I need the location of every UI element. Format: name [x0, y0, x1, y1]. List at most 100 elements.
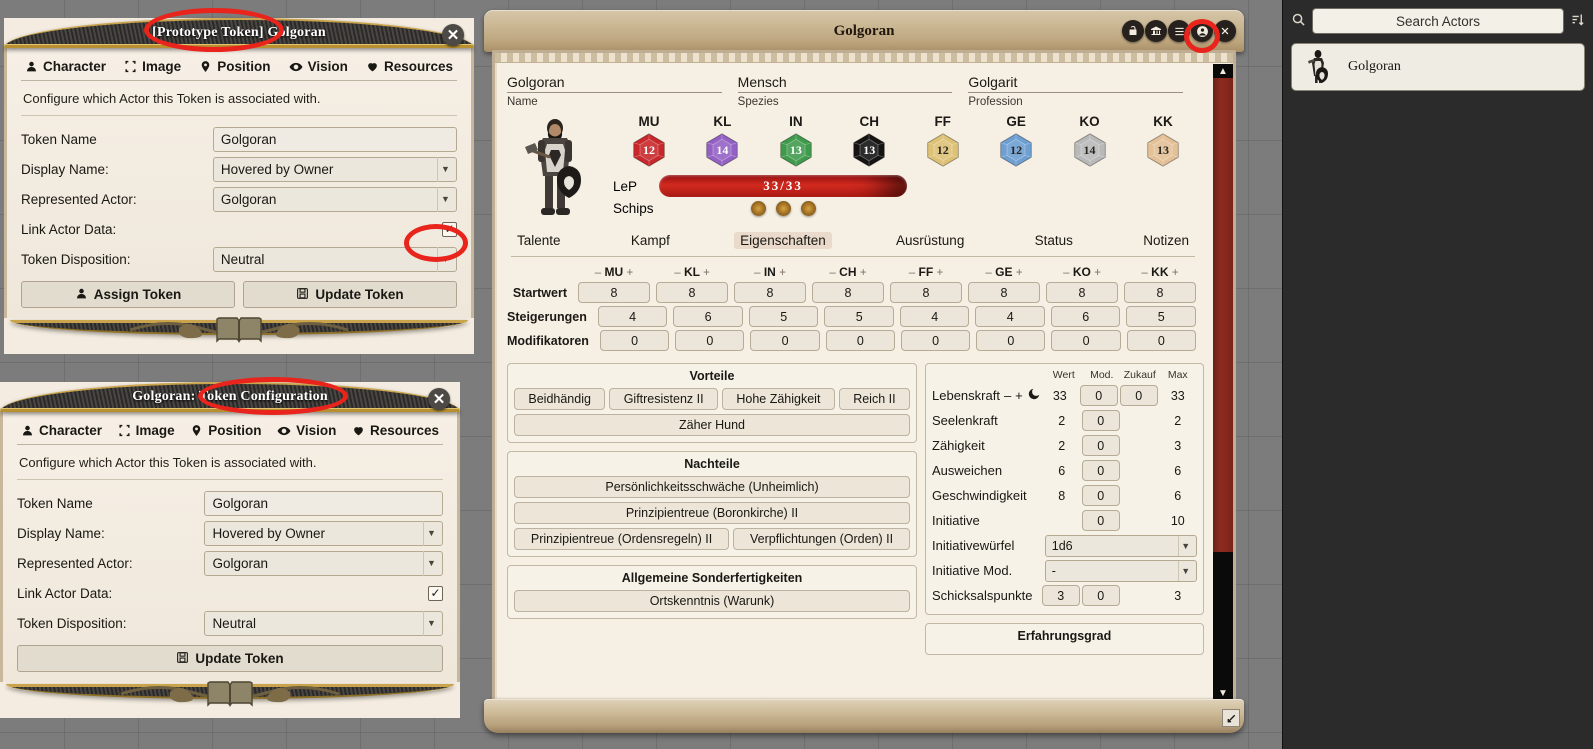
- attr-value-input[interactable]: 0: [750, 330, 819, 351]
- schicksalspunkte-mod-input[interactable]: 0: [1082, 585, 1120, 606]
- attr-value-input[interactable]: 4: [975, 306, 1045, 327]
- resize-handle[interactable]: [1222, 709, 1240, 727]
- attr-value-input[interactable]: 6: [1051, 306, 1121, 327]
- minus-button[interactable]: –: [674, 267, 680, 279]
- attr-value-input[interactable]: 0: [600, 330, 669, 351]
- minus-button[interactable]: –: [1063, 267, 1069, 279]
- plus-button[interactable]: +: [627, 267, 634, 279]
- attr-value-input[interactable]: 4: [598, 306, 668, 327]
- decrement-button[interactable]: –: [1004, 388, 1011, 403]
- attr-value-input[interactable]: 0: [901, 330, 970, 351]
- identity-profession[interactable]: Golgarit Profession: [968, 74, 1199, 108]
- identity-name-value[interactable]: Golgoran: [507, 74, 722, 93]
- select-control[interactable]: Golgoran▼: [204, 551, 443, 576]
- attr-value-input[interactable]: 4: [900, 306, 970, 327]
- derived-mod-input[interactable]: 0: [1082, 460, 1120, 481]
- attr-value-input[interactable]: 5: [824, 306, 894, 327]
- plus-button[interactable]: +: [937, 267, 944, 279]
- sheet-icon[interactable]: [1168, 20, 1190, 42]
- attr-value-input[interactable]: 0: [1127, 330, 1196, 351]
- trait-chip[interactable]: Prinzipientreue (Boronkirche) II: [514, 502, 910, 524]
- character-sheet-window[interactable]: Golgoran Golgoran Name: [484, 10, 1244, 733]
- attr-value-input[interactable]: 6: [673, 306, 743, 327]
- sort-icon[interactable]: [1570, 12, 1585, 31]
- tab-vision[interactable]: Vision: [277, 423, 336, 438]
- trait-chip[interactable]: Beidhändig: [514, 388, 605, 410]
- attribute-mu[interactable]: MU12: [619, 114, 679, 168]
- derived-select-control[interactable]: -▼: [1045, 560, 1197, 582]
- attribute-kk[interactable]: KK13: [1133, 114, 1193, 168]
- update-token-button[interactable]: Update Token: [17, 645, 443, 672]
- select-control[interactable]: Neutral▼: [204, 611, 443, 636]
- attr-value-input[interactable]: 5: [749, 306, 819, 327]
- schips-dots[interactable]: [659, 201, 907, 216]
- trait-chip[interactable]: Giftresistenz II: [609, 388, 718, 410]
- attribute-kl[interactable]: KL14: [692, 114, 752, 168]
- trait-chip[interactable]: Prinzipientreue (Ordensregeln) II: [514, 528, 729, 550]
- derived-mod-input[interactable]: 0: [1082, 485, 1120, 506]
- assign-token-button[interactable]: Assign Token: [21, 281, 235, 308]
- tab-image[interactable]: Image: [124, 59, 181, 74]
- d20-icon[interactable]: 13: [1145, 132, 1181, 168]
- actor-list-item[interactable]: Golgoran: [1291, 43, 1585, 91]
- derived-select-control[interactable]: 1d6▼: [1045, 535, 1197, 557]
- link-actor-data-checkbox[interactable]: ✓: [442, 222, 457, 237]
- attribute-ge[interactable]: GE12: [986, 114, 1046, 168]
- plus-button[interactable]: +: [860, 267, 867, 279]
- attribute-ff[interactable]: FF12: [913, 114, 973, 168]
- attr-value-input[interactable]: 8: [890, 282, 962, 303]
- attr-value-input[interactable]: 8: [1046, 282, 1118, 303]
- derived-zukauf-input[interactable]: 0: [1120, 385, 1158, 406]
- sheet-tab-talente[interactable]: Talente: [511, 232, 567, 249]
- sheet-tab-kampf[interactable]: Kampf: [625, 232, 676, 249]
- minus-button[interactable]: –: [829, 267, 835, 279]
- token-name-input[interactable]: [204, 491, 443, 516]
- attr-value-input[interactable]: 8: [578, 282, 650, 303]
- character-portrait[interactable]: [507, 114, 603, 222]
- bank-icon[interactable]: [1145, 20, 1167, 42]
- d20-icon[interactable]: 12: [631, 132, 667, 168]
- d20-icon[interactable]: 13: [851, 132, 887, 168]
- token-name-input[interactable]: [213, 127, 457, 152]
- sheet-tab-eigenschaften[interactable]: Eigenschaften: [734, 232, 832, 249]
- plus-button[interactable]: +: [779, 267, 786, 279]
- plus-button[interactable]: +: [1094, 267, 1101, 279]
- token-configuration-dialog[interactable]: Golgoran: Token Configuration ✕ Characte…: [0, 382, 460, 718]
- minus-button[interactable]: –: [909, 267, 915, 279]
- select-control[interactable]: Neutral▼: [213, 247, 457, 272]
- trait-chip[interactable]: Zäher Hund: [514, 414, 910, 436]
- increment-button[interactable]: +: [1015, 388, 1023, 403]
- prototype-token-dialog[interactable]: [Prototype Token] Golgoran ✕ Character Im…: [4, 18, 474, 354]
- scroll-up-arrow[interactable]: ▲: [1213, 64, 1233, 78]
- attr-value-input[interactable]: 5: [1126, 306, 1196, 327]
- attr-value-input[interactable]: 0: [675, 330, 744, 351]
- minus-button[interactable]: –: [595, 267, 601, 279]
- derived-mod-input[interactable]: 0: [1080, 385, 1118, 406]
- tab-character[interactable]: Character: [25, 59, 106, 74]
- trait-chip[interactable]: Hohe Zähigkeit: [722, 388, 835, 410]
- d20-icon[interactable]: 13: [778, 132, 814, 168]
- derived-mod-input[interactable]: 0: [1082, 510, 1120, 531]
- tab-image[interactable]: Image: [118, 423, 175, 438]
- scroll-down-arrow[interactable]: ▼: [1213, 686, 1233, 700]
- close-icon[interactable]: [1214, 20, 1236, 42]
- tab-position[interactable]: Position: [190, 423, 261, 438]
- minus-button[interactable]: –: [985, 267, 991, 279]
- schip-token-icon[interactable]: [751, 201, 766, 216]
- d20-icon[interactable]: 14: [704, 132, 740, 168]
- d20-icon[interactable]: 12: [998, 132, 1034, 168]
- schip-token-icon[interactable]: [801, 201, 816, 216]
- close-icon[interactable]: ✕: [442, 24, 464, 46]
- attribute-ko[interactable]: KO14: [1060, 114, 1120, 168]
- identity-name[interactable]: Golgoran Name: [507, 74, 738, 108]
- scrollbar-track[interactable]: [1213, 78, 1233, 686]
- plus-button[interactable]: +: [1016, 267, 1023, 279]
- moon-regeneration-icon[interactable]: [1027, 387, 1041, 404]
- prototype-token-titlebar[interactable]: [Prototype Token] Golgoran ✕: [4, 18, 474, 48]
- update-token-button[interactable]: Update Token: [243, 281, 457, 308]
- attr-value-input[interactable]: 0: [1051, 330, 1120, 351]
- select-control[interactable]: Hovered by Owner▼: [204, 521, 443, 546]
- attr-value-input[interactable]: 0: [976, 330, 1045, 351]
- unlock-icon[interactable]: [1122, 20, 1144, 42]
- plus-button[interactable]: +: [1172, 267, 1179, 279]
